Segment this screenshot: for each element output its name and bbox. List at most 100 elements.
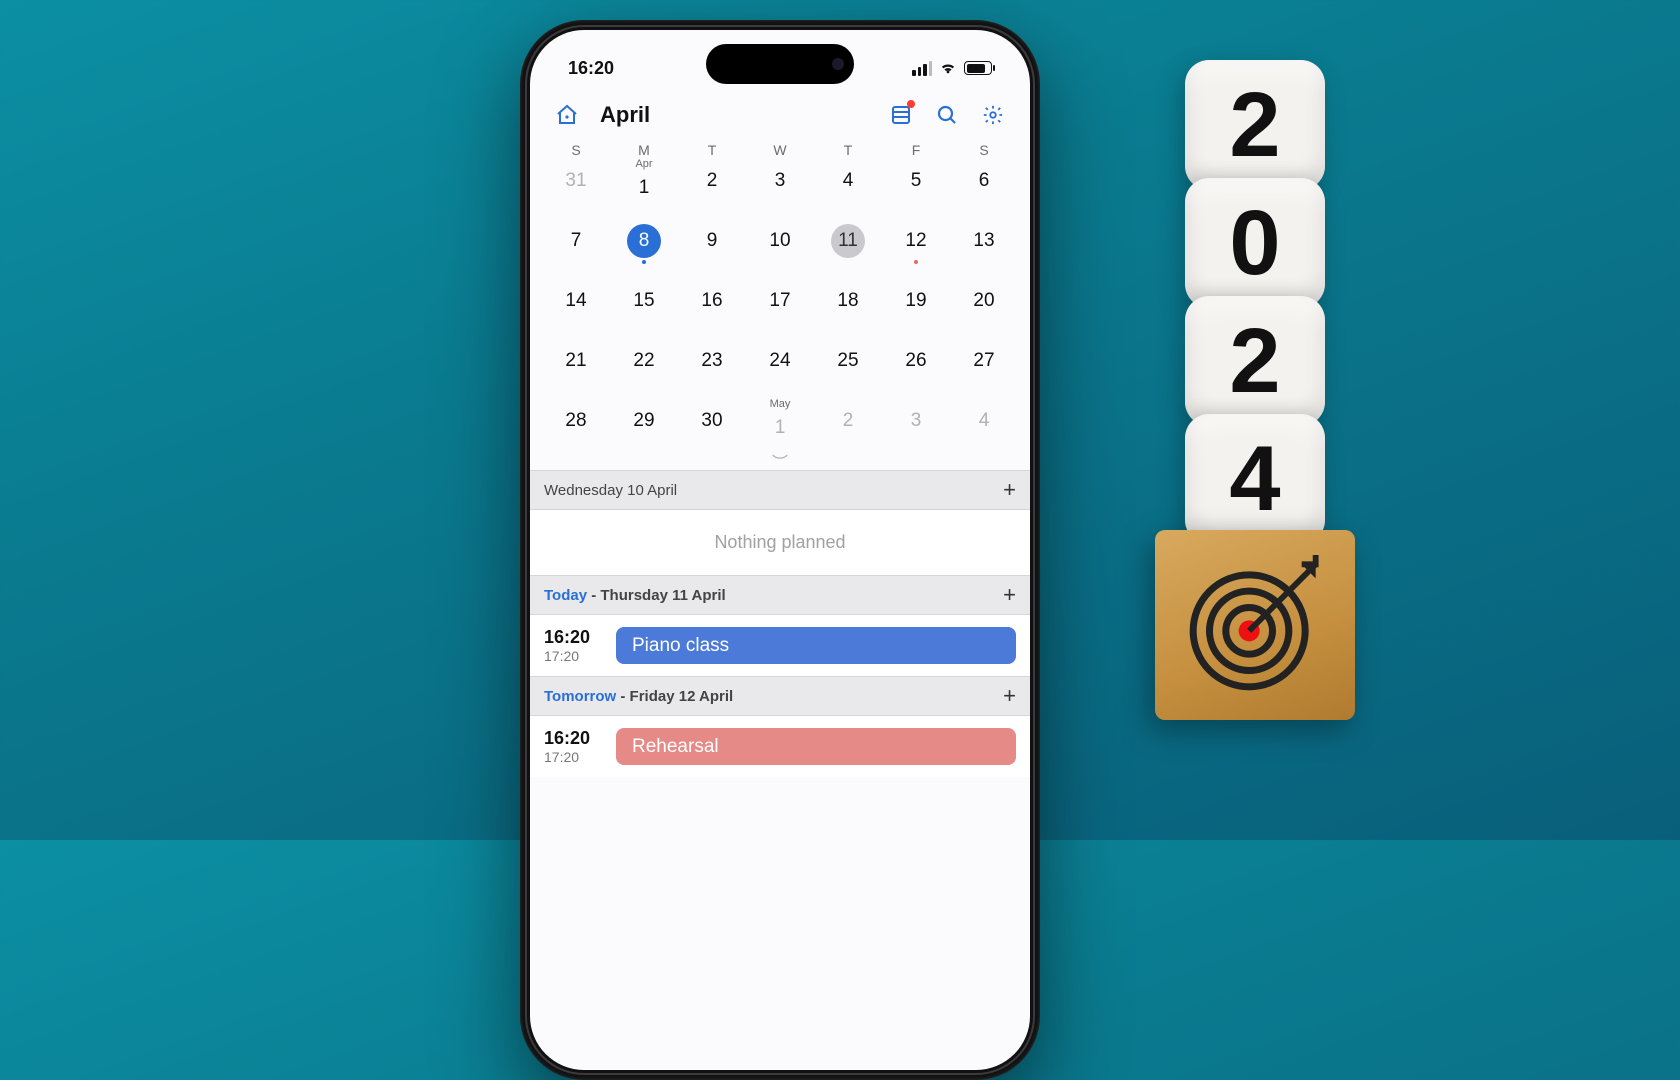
calendar-day[interactable]: 3 bbox=[882, 398, 950, 444]
day-number: 21 bbox=[559, 344, 593, 378]
calendar-day[interactable]: 2 bbox=[678, 158, 746, 204]
drag-handle[interactable]: ︶ bbox=[530, 452, 1030, 470]
cube-digit: 2 bbox=[1185, 296, 1325, 426]
calendar-day[interactable]: 12 bbox=[882, 218, 950, 264]
calendar-day[interactable]: 11 bbox=[814, 218, 882, 264]
calendar-day[interactable]: 13 bbox=[950, 218, 1018, 264]
add-event-button[interactable]: + bbox=[1003, 477, 1016, 503]
dow-label: F bbox=[882, 142, 950, 158]
event-pill[interactable]: Rehearsal bbox=[616, 728, 1016, 765]
day-number: 3 bbox=[899, 404, 933, 438]
calendar-day[interactable]: 3 bbox=[746, 158, 814, 204]
calendar-day[interactable]: 16 bbox=[678, 278, 746, 324]
calendar-day[interactable]: 29 bbox=[610, 398, 678, 444]
month-tag: May bbox=[770, 398, 791, 410]
day-number: 19 bbox=[899, 284, 933, 318]
status-time: 16:20 bbox=[568, 58, 614, 79]
calendar-day[interactable]: 27 bbox=[950, 338, 1018, 384]
calendar-day[interactable]: 30 bbox=[678, 398, 746, 444]
day-number: 4 bbox=[967, 404, 1001, 438]
calendar-day[interactable]: 2 bbox=[814, 398, 882, 444]
section-title: Wednesday 10 April bbox=[544, 482, 677, 499]
calendar-day[interactable]: 21 bbox=[542, 338, 610, 384]
day-number: 13 bbox=[967, 224, 1001, 258]
day-number: 8 bbox=[627, 224, 661, 258]
calendar-day[interactable]: 22 bbox=[610, 338, 678, 384]
calendar-day[interactable]: 18 bbox=[814, 278, 882, 324]
event-row[interactable]: 16:2017:20 Piano class bbox=[530, 615, 1030, 676]
calendar-day[interactable]: 4 bbox=[950, 398, 1018, 444]
calendar-day[interactable]: 19 bbox=[882, 278, 950, 324]
day-number: 25 bbox=[831, 344, 865, 378]
inbox-icon[interactable] bbox=[884, 98, 918, 132]
calendar-day[interactable]: 7 bbox=[542, 218, 610, 264]
calendar-day[interactable]: 31 bbox=[542, 158, 610, 204]
day-number: 28 bbox=[559, 404, 593, 438]
dow-label: M bbox=[610, 142, 678, 158]
add-event-button[interactable]: + bbox=[1003, 683, 1016, 709]
dow-label: S bbox=[542, 142, 610, 158]
event-row[interactable]: 16:2017:20Rehearsal bbox=[530, 716, 1030, 777]
battery-icon bbox=[964, 61, 992, 75]
calendar-day[interactable]: Apr1 bbox=[610, 158, 678, 204]
day-number: 5 bbox=[899, 164, 933, 198]
calendar-day[interactable]: 14 bbox=[542, 278, 610, 324]
cube-digit: 0 bbox=[1185, 178, 1325, 308]
calendar-day[interactable]: 28 bbox=[542, 398, 610, 444]
section-header: Wednesday 10 April + bbox=[530, 470, 1030, 510]
calendar-day[interactable]: 4 bbox=[814, 158, 882, 204]
calendar-day[interactable]: 17 bbox=[746, 278, 814, 324]
day-number: 11 bbox=[831, 224, 865, 258]
month-title: April bbox=[600, 102, 872, 128]
notification-dot bbox=[907, 100, 915, 108]
calendar-day[interactable]: 25 bbox=[814, 338, 882, 384]
calendar-day[interactable]: 26 bbox=[882, 338, 950, 384]
dow-row: SMTWTFS bbox=[530, 138, 1030, 158]
calendar-day[interactable]: 6 bbox=[950, 158, 1018, 204]
home-icon[interactable] bbox=[550, 98, 584, 132]
section-prefix: Tomorrow bbox=[544, 688, 616, 705]
day-number: 7 bbox=[559, 224, 593, 258]
event-end: 17:20 bbox=[544, 648, 602, 664]
add-event-button[interactable]: + bbox=[1003, 582, 1016, 608]
day-number: 23 bbox=[695, 344, 729, 378]
day-number: 16 bbox=[695, 284, 729, 318]
day-number: 3 bbox=[763, 164, 797, 198]
day-number: 29 bbox=[627, 404, 661, 438]
day-number: 31 bbox=[559, 164, 593, 198]
event-pill[interactable]: Piano class bbox=[616, 627, 1016, 664]
calendar-day[interactable]: 10 bbox=[746, 218, 814, 264]
dow-label: W bbox=[746, 142, 814, 158]
day-number: 27 bbox=[967, 344, 1001, 378]
section-header: Tomorrow - Friday 12 April+ bbox=[530, 676, 1030, 716]
calendar-day[interactable]: 24 bbox=[746, 338, 814, 384]
day-number: 2 bbox=[695, 164, 729, 198]
calendar-day[interactable]: 23 bbox=[678, 338, 746, 384]
day-number: 20 bbox=[967, 284, 1001, 318]
day-number: 10 bbox=[763, 224, 797, 258]
phone-frame: 16:20 April bbox=[520, 20, 1040, 1080]
calendar-day[interactable]: 15 bbox=[610, 278, 678, 324]
day-number: 30 bbox=[695, 404, 729, 438]
calendar-day[interactable]: 8 bbox=[610, 218, 678, 264]
section-date: Wednesday 10 April bbox=[544, 482, 677, 499]
day-number: 22 bbox=[627, 344, 661, 378]
target-icon bbox=[1185, 555, 1325, 695]
cube-digit: 4 bbox=[1185, 414, 1325, 544]
search-icon[interactable] bbox=[930, 98, 964, 132]
section-prefix: Today bbox=[544, 587, 587, 604]
event-dot bbox=[914, 260, 918, 264]
agenda: Wednesday 10 April+Nothing plannedToday … bbox=[530, 470, 1030, 777]
calendar-day[interactable]: May1 bbox=[746, 398, 814, 444]
wifi-icon bbox=[939, 61, 957, 75]
dow-label: T bbox=[678, 142, 746, 158]
calendar-day[interactable]: 5 bbox=[882, 158, 950, 204]
day-number: 12 bbox=[899, 224, 933, 258]
event-start: 16:20 bbox=[544, 627, 602, 648]
day-number: 6 bbox=[967, 164, 1001, 198]
calendar-day[interactable]: 20 bbox=[950, 278, 1018, 324]
settings-icon[interactable] bbox=[976, 98, 1010, 132]
event-start: 16:20 bbox=[544, 728, 602, 749]
calendar-day[interactable]: 9 bbox=[678, 218, 746, 264]
section-header: Today - Thursday 11 April+ bbox=[530, 575, 1030, 615]
